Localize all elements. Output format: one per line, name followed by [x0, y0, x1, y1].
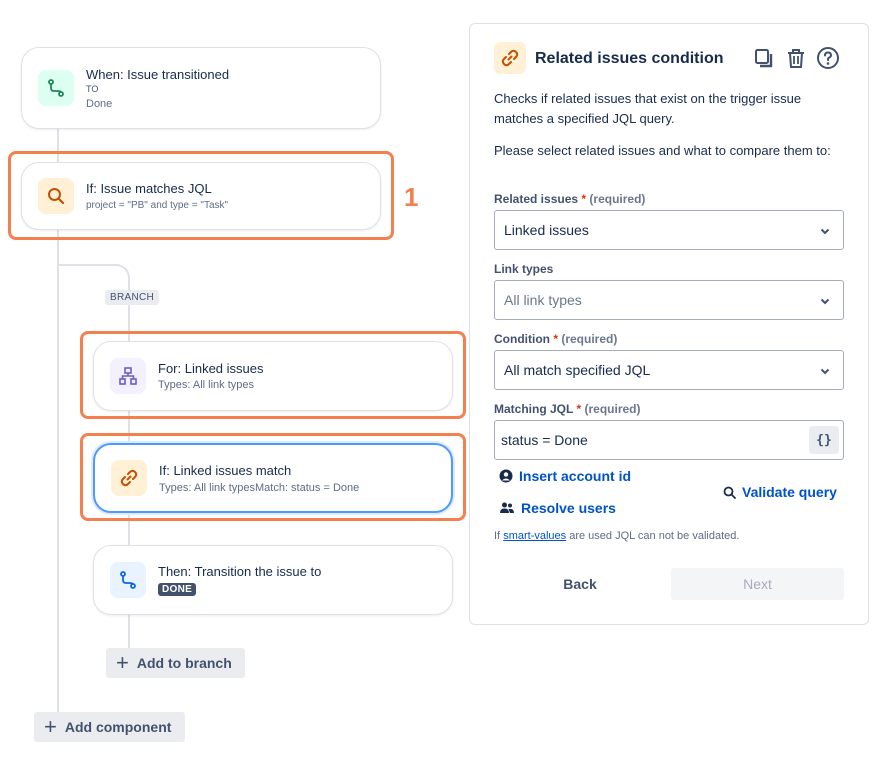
smart-values-note: If smart-values are used JQL can not be …: [494, 530, 739, 542]
chevron-down-icon: [820, 228, 830, 235]
add-component-button[interactable]: + Add component: [34, 712, 185, 742]
matching-jql-label-text: Matching JQL: [494, 402, 574, 416]
add-component-label: Add component: [64, 719, 172, 735]
copy-icon[interactable]: [752, 46, 776, 70]
related-issues-select[interactable]: Linked issues: [494, 210, 844, 250]
link-types-label: Link types: [494, 262, 554, 276]
condition-value: All match specified JQL: [504, 362, 651, 378]
resolve-users-label: Resolve users: [521, 500, 616, 516]
validate-query-label: Validate query: [742, 484, 837, 500]
panel-description: Checks if related issues that exist on t…: [494, 91, 802, 126]
highlight-box-1: [8, 151, 394, 240]
required-text: (required): [561, 332, 618, 346]
condition-label-text: Condition: [494, 332, 550, 346]
trigger-title: When: Issue transitioned: [86, 67, 230, 82]
note-prefix: If: [494, 530, 501, 542]
trigger-icon: [38, 70, 74, 106]
highlight-box-2: [80, 331, 466, 419]
link-types-placeholder: All link types: [504, 292, 582, 308]
trigger-to-value: Done: [86, 98, 113, 110]
link-icon: [494, 42, 526, 74]
plus-icon: +: [116, 650, 129, 675]
required-text: (required): [584, 402, 641, 416]
panel-title: Related issues condition: [535, 50, 724, 67]
back-button[interactable]: Back: [530, 568, 630, 600]
user-icon: [499, 469, 513, 483]
insert-account-id-label: Insert account id: [519, 468, 632, 484]
panel-instruction: Please select related issues and what to…: [494, 143, 831, 158]
trash-icon[interactable]: [784, 46, 808, 70]
condition-label: Condition * (required): [494, 332, 617, 346]
required-asterisk: *: [581, 192, 587, 206]
chevron-down-icon: [820, 368, 830, 375]
insert-account-id-link[interactable]: Insert account id: [499, 468, 631, 484]
chevron-down-icon: [820, 298, 830, 305]
validate-query-link[interactable]: Validate query: [723, 484, 837, 500]
branch-tag: BRANCH: [105, 290, 160, 305]
add-to-branch-button[interactable]: + Add to branch: [106, 648, 245, 678]
branch-connector-horizontal: [58, 264, 118, 266]
matching-jql-label: Matching JQL * (required): [494, 402, 641, 416]
add-to-branch-label: Add to branch: [136, 655, 232, 671]
smart-values-link[interactable]: smart-values: [503, 530, 566, 542]
people-icon: [500, 502, 514, 513]
done-lozenge: DONE: [158, 583, 197, 596]
matching-jql-input[interactable]: status = Done {}: [494, 420, 844, 460]
related-issues-value: Linked issues: [504, 222, 589, 238]
next-button[interactable]: Next: [671, 568, 844, 600]
required-asterisk: *: [553, 332, 558, 346]
related-issues-label: Related issues * (required): [494, 192, 645, 206]
then-card-status: DONE: [158, 583, 197, 596]
help-icon[interactable]: [816, 46, 840, 70]
annotation-number-1: 1: [404, 182, 419, 212]
trigger-card[interactable]: When: Issue transitioned TO Done: [21, 47, 381, 129]
then-transition-card[interactable]: Then: Transition the issue to DONE: [93, 545, 453, 615]
smart-values-button[interactable]: {}: [809, 426, 839, 454]
trigger-to-label: TO: [86, 84, 99, 94]
related-issues-label-text: Related issues: [494, 192, 579, 206]
search-icon: [723, 486, 736, 499]
required-asterisk: *: [576, 402, 582, 416]
plus-icon: +: [44, 714, 57, 739]
matching-jql-value: status = Done: [501, 432, 588, 448]
related-issues-condition-panel: Related issues condition Checks if relat…: [469, 23, 869, 625]
condition-select[interactable]: All match specified JQL: [494, 350, 844, 390]
then-card-title: Then: Transition the issue to: [158, 564, 322, 579]
note-suffix: are used JQL can not be validated.: [569, 530, 740, 542]
link-types-select[interactable]: All link types: [494, 280, 844, 320]
resolve-users-link[interactable]: Resolve users: [499, 500, 616, 516]
highlight-box-3: [80, 433, 466, 521]
required-text: (required): [589, 192, 646, 206]
transition-icon: [110, 562, 146, 598]
